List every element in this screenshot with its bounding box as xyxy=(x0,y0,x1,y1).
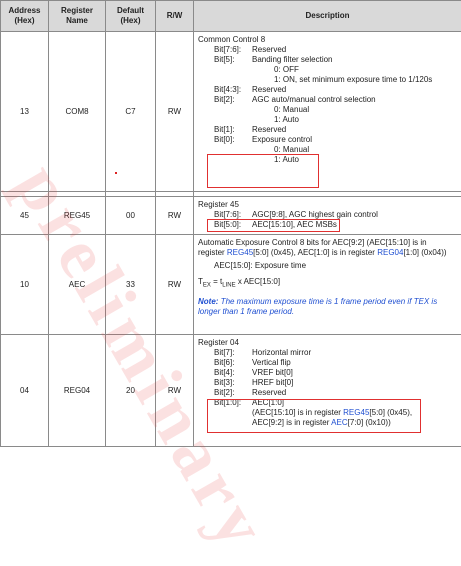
bit-description: VREF bit[0] xyxy=(252,368,293,377)
bit-label: Bit[0]: xyxy=(198,135,252,145)
bit-row: Bit[2]:AGC auto/manual control selection xyxy=(198,95,457,105)
bit-label: Bit[3]: xyxy=(198,378,252,388)
bit-description: Reserved xyxy=(252,388,286,397)
bit-label: Bit[6]: xyxy=(198,358,252,368)
bit-row: Bit[4:3]:Reserved xyxy=(198,85,457,95)
bit-row: Bit[6]:Vertical flip xyxy=(198,358,457,368)
cell-default: C7 xyxy=(106,32,156,192)
bit-row: Bit[5]:Banding filter selection xyxy=(198,55,457,65)
bit-row: Bit[2]:Reserved xyxy=(198,388,457,398)
header-default: Default(Hex) xyxy=(106,1,156,32)
aec-desc-line3: AEC[15:0]: Exposure time xyxy=(198,261,457,271)
bit-option: 0: OFF xyxy=(198,65,457,75)
register-table: Address(Hex) RegisterName Default(Hex) R… xyxy=(0,0,461,447)
highlight-box-bit0 xyxy=(207,154,319,188)
cell-description-com8: Common Control 8 Bit[7:6]:ReservedBit[5]… xyxy=(194,32,461,192)
bit-label: Bit[7:6]: xyxy=(198,45,252,55)
bit-label: Bit[5]: xyxy=(198,55,252,65)
bit-description: AGC[9:8], AGC highest gain control xyxy=(252,210,378,219)
header-address: Address(Hex) xyxy=(1,1,49,32)
desc-title: Common Control 8 xyxy=(198,35,457,45)
bit-description: Reserved xyxy=(252,125,286,134)
bit-description: Vertical flip xyxy=(252,358,291,367)
bit-description: Banding filter selection xyxy=(252,55,333,64)
cell-default: 33 xyxy=(106,235,156,335)
bit-description: Exposure control xyxy=(252,135,312,144)
aec-desc-line2: register REG45[5:0] (0x45), AEC[1:0] is … xyxy=(198,248,457,258)
highlight-box-bit1-0 xyxy=(207,399,421,433)
bit-list: Bit[7]:Horizontal mirrorBit[6]:Vertical … xyxy=(198,348,457,398)
bit-label: Bit[4:3]: xyxy=(198,85,252,95)
bit-row: Bit[3]:HREF bit[0] xyxy=(198,378,457,388)
table-row-aec: 10 AEC 33 RW Automatic Exposure Control … xyxy=(1,235,461,335)
bit-option: 1: ON, set minimum exposure time to 1/12… xyxy=(198,75,457,85)
bit-row: Bit[1]:Reserved xyxy=(198,125,457,135)
reg04-link[interactable]: REG04 xyxy=(377,248,403,257)
bit-label: Bit[1]: xyxy=(198,125,252,135)
aec-note-line2: longer than 1 frame period. xyxy=(198,307,457,317)
cell-register-name: AEC xyxy=(49,235,106,335)
bit-label: Bit[7]: xyxy=(198,348,252,358)
table-row-reg04: 04 REG04 20 RW Register 04 Bit[7]:Horizo… xyxy=(1,335,461,447)
aec-desc-line1: Automatic Exposure Control 8 bits for AE… xyxy=(198,238,457,248)
cell-rw: RW xyxy=(156,335,194,447)
bit-option: 0: Manual xyxy=(198,105,457,115)
cell-rw: RW xyxy=(156,197,194,235)
highlight-box-bit5-0 xyxy=(207,219,340,232)
table-header-row: Address(Hex) RegisterName Default(Hex) R… xyxy=(1,1,461,32)
bit-description: Reserved xyxy=(252,85,286,94)
header-rw: R/W xyxy=(156,1,194,32)
desc-title: Register 45 xyxy=(198,200,457,210)
bit-label: Bit[2]: xyxy=(198,388,252,398)
bit-list: Bit[7:6]:ReservedBit[5]:Banding filter s… xyxy=(198,45,457,165)
table-row-com8: 13 COM8 C7 RW Common Control 8 Bit[7:6]:… xyxy=(1,32,461,192)
cell-description-reg45: Register 45 Bit[7:6]:AGC[9:8], AGC highe… xyxy=(194,197,461,235)
cell-address: 04 xyxy=(1,335,49,447)
stray-dot xyxy=(115,172,117,174)
bit-description: AGC auto/manual control selection xyxy=(252,95,376,104)
bit-description: Horizontal mirror xyxy=(252,348,311,357)
cell-register-name: COM8 xyxy=(49,32,106,192)
bit-row: Bit[4]:VREF bit[0] xyxy=(198,368,457,378)
bit-description: Reserved xyxy=(252,45,286,54)
header-description: Description xyxy=(194,1,461,32)
bit-option: 1: Auto xyxy=(198,115,457,125)
reg45-link[interactable]: REG45 xyxy=(227,248,253,257)
header-register-name: RegisterName xyxy=(49,1,106,32)
cell-rw: RW xyxy=(156,235,194,335)
cell-description-reg04: Register 04 Bit[7]:Horizontal mirrorBit[… xyxy=(194,335,461,447)
bit-description: HREF bit[0] xyxy=(252,378,293,387)
table-row-reg45: 45 REG45 00 RW Register 45 Bit[7:6]:AGC[… xyxy=(1,197,461,235)
cell-address: 45 xyxy=(1,197,49,235)
cell-default: 00 xyxy=(106,197,156,235)
bit-label: Bit[2]: xyxy=(198,95,252,105)
desc-title: Register 04 xyxy=(198,338,457,348)
bit-row: Bit[7]:Horizontal mirror xyxy=(198,348,457,358)
cell-rw: RW xyxy=(156,32,194,192)
cell-register-name: REG45 xyxy=(49,197,106,235)
cell-register-name: REG04 xyxy=(49,335,106,447)
aec-formula: TEX = tLINE x AEC[15:0] xyxy=(198,277,457,291)
bit-label: Bit[4]: xyxy=(198,368,252,378)
cell-address: 10 xyxy=(1,235,49,335)
bit-row: Bit[7:6]:Reserved xyxy=(198,45,457,55)
aec-note: Note: The maximum exposure time is 1 fra… xyxy=(198,297,457,307)
bit-row: Bit[0]:Exposure control xyxy=(198,135,457,145)
cell-description-aec: Automatic Exposure Control 8 bits for AE… xyxy=(194,235,461,335)
cell-address: 13 xyxy=(1,32,49,192)
cell-default: 20 xyxy=(106,335,156,447)
